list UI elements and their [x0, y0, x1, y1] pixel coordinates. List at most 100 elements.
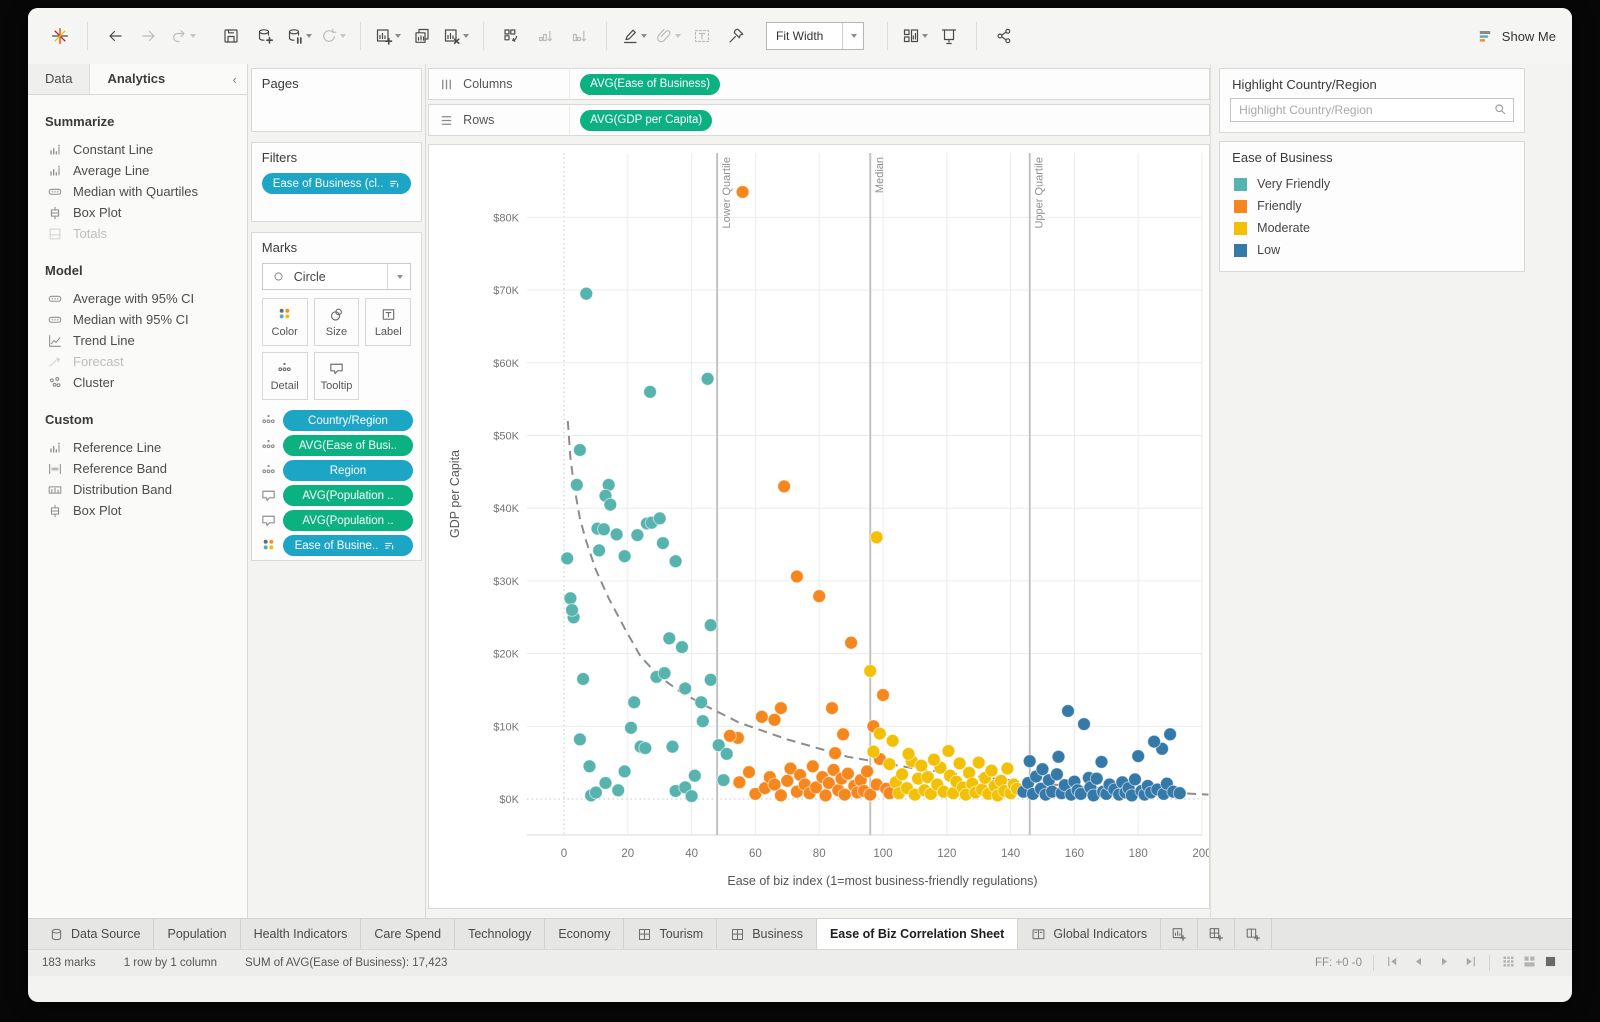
- mark-circle-low[interactable]: [1089, 771, 1104, 786]
- mark-circle-friendly[interactable]: [774, 788, 788, 803]
- mark-circle-very-friendly[interactable]: [694, 695, 709, 710]
- redo-icon[interactable]: [133, 21, 165, 51]
- new-story-tab-button[interactable]: [1235, 919, 1273, 949]
- mark-circle-very-friendly[interactable]: [688, 768, 702, 783]
- mark-circle-very-friendly[interactable]: [597, 522, 611, 537]
- mark-circle-low[interactable]: [1050, 767, 1064, 782]
- new-dashboard-tab-button[interactable]: [1198, 919, 1236, 949]
- highlight-search-input[interactable]: [1230, 98, 1515, 122]
- sheet-tab-health-indicators[interactable]: Health Indicators: [241, 919, 362, 949]
- pill-avg-gdp-per-capita-[interactable]: AVG(GDP per Capita): [580, 109, 713, 131]
- share-icon[interactable]: [988, 21, 1020, 51]
- mark-circle-low[interactable]: [1022, 754, 1037, 769]
- pill-ease-of-busine-[interactable]: Ease of Busine..: [282, 535, 414, 556]
- analytics-item-reference-line[interactable]: Reference Line: [28, 437, 247, 458]
- mark-circle-very-friendly[interactable]: [617, 549, 632, 564]
- mark-circle-friendly[interactable]: [806, 759, 820, 774]
- analytics-item-constant-line[interactable]: Constant Line: [28, 139, 247, 160]
- mark-circle-very-friendly[interactable]: [603, 497, 618, 512]
- analytics-item-average-line[interactable]: Average Line: [28, 160, 247, 181]
- add-data-source-icon[interactable]: [249, 21, 281, 51]
- mark-circle-low[interactable]: [1035, 762, 1050, 777]
- label-button[interactable]: Label: [365, 298, 412, 346]
- color-button[interactable]: Color: [261, 298, 308, 346]
- analytics-item-median-with-quartiles[interactable]: Median with Quartiles: [28, 181, 247, 202]
- go-previous-icon[interactable]: [1411, 954, 1426, 972]
- refresh-data-icon[interactable]: [317, 21, 349, 51]
- pill-region[interactable]: Region: [282, 460, 414, 481]
- mark-circle-moderate[interactable]: [885, 733, 900, 748]
- highlight-icon[interactable]: [618, 21, 650, 51]
- mark-circle-low[interactable]: [1061, 704, 1076, 718]
- analytics-item-box-plot[interactable]: Box Plot: [28, 202, 247, 223]
- tableau-logo-icon[interactable]: [44, 21, 76, 51]
- legend-item-low[interactable]: Low: [1220, 239, 1524, 261]
- show-filmstrip-icon[interactable]: [1522, 954, 1537, 972]
- mark-circle-low[interactable]: [1077, 717, 1092, 731]
- mark-circle-friendly[interactable]: [732, 775, 747, 790]
- mark-circle-very-friendly[interactable]: [716, 773, 731, 787]
- mark-circle-very-friendly[interactable]: [662, 631, 677, 646]
- collapse-panel-icon[interactable]: ‹: [232, 72, 246, 87]
- sheet-tab-data-source[interactable]: Data Source: [36, 919, 155, 949]
- mark-circle-low[interactable]: [1128, 772, 1143, 787]
- analytics-item-distribution-band[interactable]: Distribution Band: [28, 479, 247, 500]
- mark-circle-friendly[interactable]: [818, 788, 833, 803]
- sheet-tab-population[interactable]: Population: [154, 919, 241, 949]
- mark-circle-low[interactable]: [1172, 786, 1187, 801]
- mark-circle-very-friendly[interactable]: [678, 681, 693, 696]
- size-button[interactable]: Size: [313, 298, 360, 346]
- mark-circle-very-friendly[interactable]: [611, 783, 626, 798]
- mark-circle-low[interactable]: [1094, 755, 1109, 769]
- mark-circle-very-friendly[interactable]: [592, 543, 607, 558]
- mark-circle-moderate[interactable]: [914, 758, 929, 773]
- mark-circle-very-friendly[interactable]: [700, 371, 715, 386]
- detail-button[interactable]: Detail: [261, 352, 308, 400]
- group-members-icon[interactable]: [652, 21, 684, 51]
- sheet-tab-global-indicators[interactable]: Global Indicators: [1018, 919, 1162, 949]
- mark-circle-friendly[interactable]: [812, 589, 827, 604]
- mark-circle-very-friendly[interactable]: [684, 789, 699, 803]
- mark-circle-friendly[interactable]: [828, 746, 843, 761]
- show-me-button[interactable]: Show Me: [1477, 28, 1556, 45]
- fix-axes-icon[interactable]: [720, 21, 752, 51]
- presentation-mode-icon[interactable]: [933, 21, 965, 51]
- legend-item-friendly[interactable]: Friendly: [1220, 195, 1524, 217]
- mark-circle-very-friendly[interactable]: [657, 666, 672, 681]
- mark-circle-moderate[interactable]: [927, 752, 942, 767]
- mark-circle-low[interactable]: [1051, 749, 1066, 764]
- mark-circle-moderate[interactable]: [901, 747, 916, 761]
- pill-avg-population-[interactable]: AVG(Population ..: [282, 510, 414, 531]
- duplicate-sheet-icon[interactable]: [406, 21, 438, 51]
- fit-mode-dropdown[interactable]: Fit Width: [766, 22, 864, 50]
- analytics-item-median-with-95-ci[interactable]: Median with 95% CI: [28, 309, 247, 330]
- mark-circle-friendly[interactable]: [774, 701, 788, 715]
- sheet-tab-economy[interactable]: Economy: [545, 919, 625, 949]
- mark-circle-friendly[interactable]: [790, 569, 804, 584]
- undo-icon[interactable]: [99, 21, 131, 51]
- mark-circle-very-friendly[interactable]: [573, 443, 587, 457]
- mark-circle-moderate[interactable]: [873, 726, 887, 741]
- mark-circle-very-friendly[interactable]: [696, 714, 710, 729]
- mark-circle-very-friendly[interactable]: [565, 603, 580, 617]
- mark-circle-friendly[interactable]: [841, 766, 855, 781]
- mark-circle-moderate[interactable]: [971, 755, 986, 770]
- mark-circle-friendly[interactable]: [777, 479, 792, 494]
- analytics-item-reference-band[interactable]: Reference Band: [28, 458, 247, 479]
- mark-circle-very-friendly[interactable]: [598, 776, 613, 790]
- show-mark-labels-icon[interactable]: [686, 21, 718, 51]
- swap-rows-columns-icon[interactable]: [495, 21, 527, 51]
- sheet-tab-technology[interactable]: Technology: [455, 919, 546, 949]
- mark-circle-very-friendly[interactable]: [627, 695, 642, 710]
- mark-type-dropdown[interactable]: Circle: [261, 263, 412, 290]
- legend-item-moderate[interactable]: Moderate: [1220, 217, 1524, 239]
- mark-circle-friendly[interactable]: [844, 635, 859, 650]
- go-first-icon[interactable]: [1385, 954, 1400, 972]
- mark-circle-friendly[interactable]: [723, 728, 737, 743]
- pill-avg-ease-of-busi-[interactable]: AVG(Ease of Busi..: [282, 435, 414, 456]
- mark-circle-very-friendly[interactable]: [576, 672, 591, 686]
- pause-auto-updates-icon[interactable]: [283, 21, 315, 51]
- mark-circle-moderate[interactable]: [863, 664, 878, 678]
- sheet-tab-business[interactable]: Business: [717, 919, 817, 949]
- new-worksheet-tab-button[interactable]: [1161, 919, 1199, 949]
